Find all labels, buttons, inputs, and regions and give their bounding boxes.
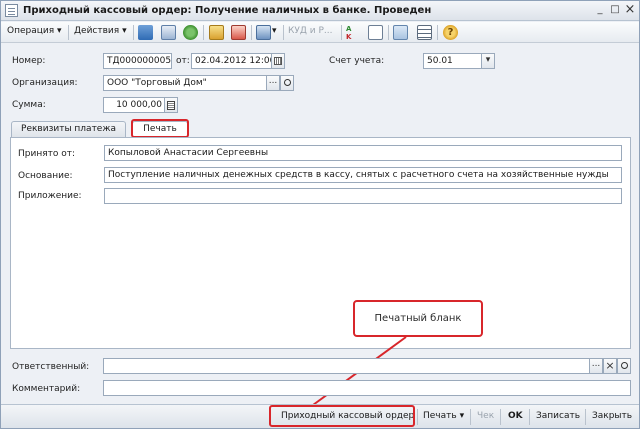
calculator-icon bbox=[167, 101, 175, 110]
date-field[interactable]: 02.04.2012 12:00:00 bbox=[191, 53, 273, 69]
chevron-down-icon: ▾ bbox=[57, 26, 62, 36]
toolbar-separator bbox=[283, 25, 284, 40]
list-icon[interactable] bbox=[417, 25, 432, 40]
help-icon[interactable]: ? bbox=[443, 25, 458, 40]
number-label: Номер: bbox=[12, 56, 46, 66]
save-button[interactable]: Записать bbox=[536, 411, 580, 421]
responsible-select-button[interactable]: ... bbox=[589, 358, 603, 374]
toolbar-separator bbox=[203, 25, 204, 40]
responsible-clear-button[interactable]: × bbox=[603, 358, 617, 374]
close-button[interactable]: Закрыть bbox=[592, 411, 632, 421]
calendar-icon bbox=[274, 57, 282, 65]
calendar-button[interactable] bbox=[271, 53, 285, 69]
basis-field[interactable]: Поступление наличных денежных средств в … bbox=[104, 167, 622, 183]
print-menu-button[interactable]: Печать ▾ bbox=[423, 411, 464, 421]
calculator-button[interactable] bbox=[164, 97, 178, 113]
document-icon bbox=[5, 4, 18, 17]
attachment-field[interactable] bbox=[104, 188, 622, 204]
search-icon bbox=[620, 362, 628, 369]
account-label: Счет учета: bbox=[329, 56, 385, 66]
received-from-field[interactable]: Копыловой Анастасии Сергеевны bbox=[104, 145, 622, 161]
print-form-callout: Печатный бланк bbox=[353, 300, 483, 337]
bottom-separator bbox=[470, 409, 471, 425]
tab-payment-details[interactable]: Реквизиты платежа bbox=[11, 121, 126, 137]
subordinate-docs-icon[interactable] bbox=[368, 25, 383, 40]
operation-menu[interactable]: Операция ▾ bbox=[7, 26, 62, 36]
toolbar-separator bbox=[437, 25, 438, 40]
bottom-separator bbox=[585, 409, 586, 425]
toolbar-separator bbox=[341, 25, 342, 40]
chevron-down-icon: ▾ bbox=[485, 55, 491, 65]
chevron-down-icon: ▾ bbox=[122, 26, 127, 36]
add-copy-icon[interactable] bbox=[138, 25, 153, 40]
basis-label: Основание: bbox=[18, 171, 73, 181]
search-icon bbox=[283, 79, 291, 86]
organization-select-button[interactable]: ... bbox=[266, 75, 280, 91]
actions-menu-label: Действия bbox=[74, 26, 120, 36]
title-bar: Приходный кассовый ордер: Получение нали… bbox=[1, 1, 639, 21]
bottom-command-bar: Приходный кассовый ордер Печать ▾ Чек OK… bbox=[1, 404, 639, 428]
print-menu-label: Печать bbox=[423, 411, 457, 421]
received-from-label: Принято от: bbox=[18, 149, 76, 159]
date-label: от: bbox=[176, 56, 190, 66]
structure-icon[interactable] bbox=[231, 25, 246, 40]
chevron-down-icon: ▾ bbox=[459, 411, 465, 421]
responsible-label: Ответственный: bbox=[12, 362, 90, 372]
ok-button[interactable]: OK bbox=[508, 411, 523, 421]
account-dropdown-button[interactable]: ▾ bbox=[481, 53, 495, 69]
responsible-open-button[interactable] bbox=[617, 358, 631, 374]
minimize-button[interactable]: _ bbox=[593, 4, 607, 17]
window-title: Приходный кассовый ордер: Получение нали… bbox=[23, 5, 432, 16]
organization-label: Организация: bbox=[12, 78, 78, 88]
bottom-separator bbox=[529, 409, 530, 425]
responsible-field[interactable] bbox=[103, 358, 603, 374]
check-button[interactable]: Чек bbox=[477, 411, 494, 421]
dt-kt-icon[interactable]: AK bbox=[346, 25, 361, 41]
bottom-separator bbox=[500, 409, 501, 425]
close-window-button[interactable]: × bbox=[623, 3, 637, 17]
bottom-separator bbox=[417, 409, 418, 425]
filter-icon[interactable] bbox=[393, 25, 408, 40]
organization-open-button[interactable] bbox=[280, 75, 294, 91]
document-window: Приходный кассовый ордер: Получение нали… bbox=[0, 0, 640, 429]
go-icon[interactable] bbox=[256, 25, 271, 40]
document-flow-icon[interactable] bbox=[209, 25, 224, 40]
toolbar-separator bbox=[251, 25, 252, 40]
operation-menu-label: Операция bbox=[7, 26, 55, 36]
toolbar-separator bbox=[133, 25, 134, 40]
tab-print[interactable]: Печать bbox=[132, 121, 188, 138]
pko-print-button[interactable]: Приходный кассовый ордер bbox=[281, 411, 414, 421]
attachment-label: Приложение: bbox=[18, 191, 82, 201]
comment-field[interactable] bbox=[103, 380, 631, 396]
maximize-button[interactable]: □ bbox=[608, 4, 622, 17]
account-select[interactable]: 50.01 bbox=[423, 53, 483, 69]
number-field[interactable]: ТД000000005 bbox=[103, 53, 172, 69]
actions-menu[interactable]: Действия ▾ bbox=[74, 26, 127, 36]
amount-field[interactable]: 10 000,00 bbox=[103, 97, 166, 113]
print-tab-panel: Принято от: Копыловой Анастасии Сергеевн… bbox=[10, 137, 631, 349]
toolbar: Операция ▾ Действия ▾ ▾ КУД и Р... AK ? bbox=[1, 22, 639, 43]
post-icon[interactable] bbox=[161, 25, 176, 40]
refresh-icon[interactable] bbox=[183, 25, 198, 40]
comment-label: Комментарий: bbox=[12, 384, 81, 394]
toolbar-separator bbox=[388, 25, 389, 40]
kud-button[interactable]: КУД и Р... bbox=[288, 26, 333, 36]
amount-label: Сумма: bbox=[12, 100, 46, 110]
organization-field[interactable]: ООО "Торговый Дом" bbox=[103, 75, 267, 91]
chevron-down-icon[interactable]: ▾ bbox=[272, 26, 277, 36]
toolbar-separator bbox=[68, 25, 69, 40]
